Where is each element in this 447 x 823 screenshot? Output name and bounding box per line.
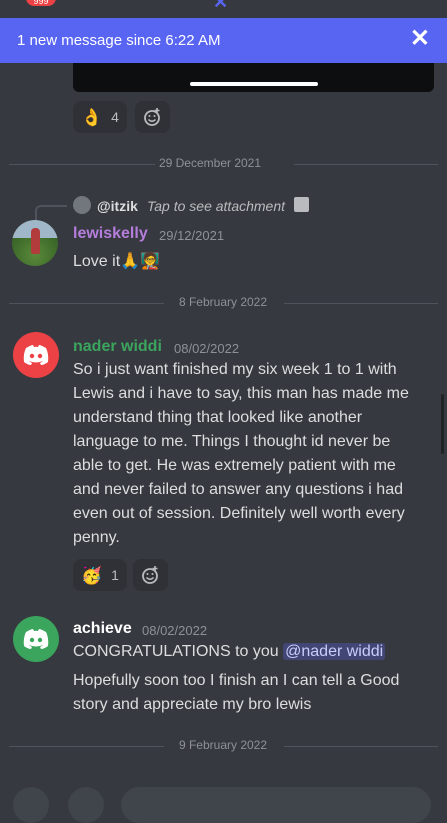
- reaction-emoji: 🥳: [81, 565, 103, 585]
- apps-button[interactable]: [68, 787, 104, 823]
- avatar[interactable]: [13, 332, 59, 378]
- new-messages-banner[interactable]: 1 new message since 6:22 AM ✕: [0, 18, 447, 63]
- plus-button[interactable]: [13, 787, 49, 823]
- username[interactable]: lewiskelly: [73, 225, 148, 243]
- message-text: So i just want finished my six week 1 to…: [73, 361, 409, 546]
- add-reaction-icon: [142, 566, 158, 584]
- username[interactable]: achieve: [73, 620, 132, 638]
- discord-small-icon: [73, 196, 91, 214]
- image-icon: [294, 197, 309, 212]
- top-bar-remnant: 999 ✕: [0, 0, 447, 18]
- reply-username[interactable]: @itzik: [97, 198, 138, 214]
- avatar[interactable]: [12, 220, 58, 266]
- date-label: 29 December 2021: [158, 156, 262, 170]
- message-text: CONGRATULATIONS to you @nader widdi Hope…: [73, 643, 400, 713]
- discord-logo-icon: [23, 629, 49, 649]
- date-divider: 9 February 2022: [9, 738, 438, 752]
- add-reaction-button[interactable]: [133, 559, 168, 591]
- video-attachment[interactable]: [73, 63, 434, 92]
- message-timestamp: 08/02/2022: [142, 623, 208, 638]
- message-text: Love it🙏🧑‍🏫: [73, 253, 160, 270]
- user-mention[interactable]: @nader widdi: [283, 643, 386, 660]
- date-label: 8 February 2022: [178, 295, 268, 309]
- reply-preview[interactable]: Tap to see attachment: [147, 198, 285, 214]
- username[interactable]: nader widdi: [73, 338, 162, 356]
- discord-logo-icon: [23, 345, 49, 365]
- message-timestamp: 29/12/2021: [159, 228, 225, 243]
- add-reaction-button[interactable]: [135, 101, 170, 133]
- add-reaction-icon: [144, 108, 160, 126]
- date-label: 9 February 2022: [178, 738, 268, 752]
- message-timestamp: 08/02/2022: [174, 341, 240, 356]
- avatar[interactable]: [13, 616, 59, 662]
- reaction-ok[interactable]: 👌 4: [73, 101, 127, 133]
- date-divider: 8 February 2022: [9, 295, 438, 309]
- date-divider: 29 December 2021: [9, 156, 438, 170]
- reaction-count: 1: [111, 567, 119, 583]
- message-input[interactable]: [121, 787, 431, 823]
- unread-badge: 999: [26, 0, 56, 6]
- menu-icon[interactable]: [399, 0, 419, 4]
- reaction-emoji: 👌: [81, 107, 103, 127]
- new-messages-text: 1 new message since 6:22 AM: [17, 32, 221, 49]
- close-icon[interactable]: ✕: [410, 27, 430, 51]
- reaction-count: 4: [111, 109, 119, 125]
- scrollbar[interactable]: [441, 394, 444, 454]
- reaction-party[interactable]: 🥳 1: [73, 559, 127, 591]
- composer-bar-remnant: [0, 784, 447, 823]
- video-progress-bar: [190, 82, 318, 86]
- channel-icon[interactable]: ✕: [213, 0, 228, 13]
